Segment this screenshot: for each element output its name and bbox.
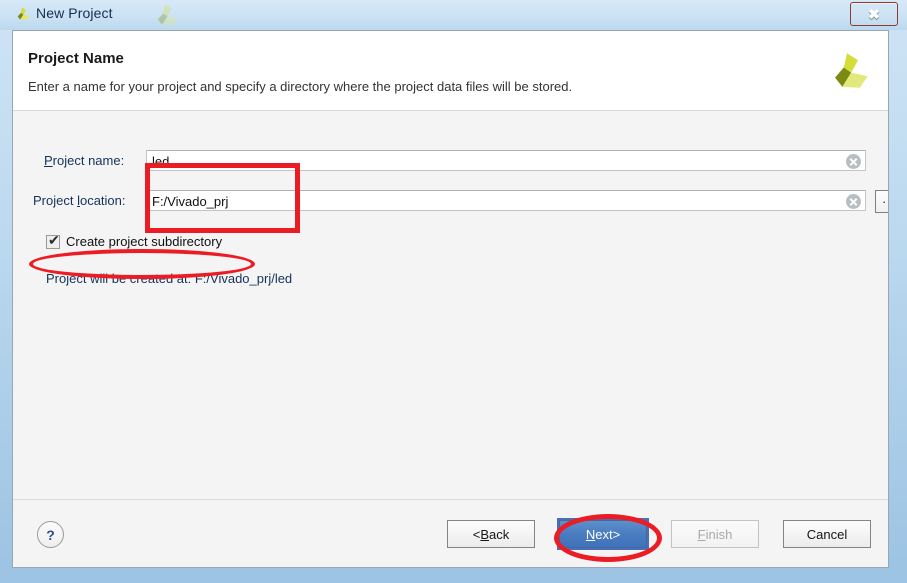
project-name-label: Project name:	[44, 153, 124, 168]
next-button-mnemonic: N	[585, 526, 596, 542]
project-location-label-prefix: Project	[33, 193, 78, 208]
help-button[interactable]: ?	[37, 521, 64, 548]
finish-button-mnemonic: F	[697, 526, 706, 542]
clear-x-icon[interactable]	[846, 194, 861, 209]
project-name-label-mnemonic: P	[44, 153, 53, 168]
checkbox-label: Create project subdirectory	[66, 234, 223, 249]
project-name-input[interactable]: led	[146, 150, 866, 171]
project-location-label: Project location:	[33, 193, 126, 208]
close-button[interactable]: ✖	[850, 2, 898, 26]
next-button-rest: ext	[595, 526, 613, 542]
dialog-footer: ? < Back Next > Finish Cancel	[13, 500, 888, 567]
project-location-label-rest: ocation:	[79, 193, 126, 208]
back-button[interactable]: < Back	[447, 520, 535, 548]
next-button[interactable]: Next >	[559, 520, 647, 548]
create-project-subdirectory-checkbox[interactable]: ✔ Create project subdirectory	[46, 231, 223, 249]
project-name-label-rest: roject name:	[52, 153, 125, 168]
close-icon: ✖	[868, 6, 880, 22]
vivado-logo-icon	[835, 53, 868, 88]
checkmark-icon: ✔	[48, 231, 60, 248]
checkbox-box[interactable]: ✔	[46, 231, 60, 249]
back-button-prefix: <	[472, 526, 481, 542]
project-created-at-text: Project will be created at: F:/Vivado_pr…	[46, 271, 293, 286]
project-location-value: F:/Vivado_prj	[152, 194, 229, 209]
finish-button[interactable]: Finish	[671, 520, 759, 548]
back-button-mnemonic: B	[480, 526, 490, 542]
new-project-dialog-window: New Project ✖ Project Name Enter a name …	[0, 0, 907, 583]
back-button-rest: ack	[489, 526, 510, 542]
finish-button-rest: inish	[705, 526, 733, 542]
vivado-logo-watermark-icon	[157, 4, 178, 26]
browse-button[interactable]: ···	[875, 190, 888, 213]
clear-x-icon[interactable]	[846, 154, 861, 169]
dialog-body: Project name: led Project location: F:/V…	[13, 111, 888, 500]
window-title: New Project	[36, 5, 113, 21]
page-title: Project Name	[28, 50, 124, 67]
project-location-input[interactable]: F:/Vivado_prj	[146, 190, 866, 211]
dialog-panel: Project Name Enter a name for your proje…	[12, 30, 889, 568]
project-name-value: led	[152, 154, 170, 169]
vivado-logo-icon	[17, 7, 30, 21]
cancel-button[interactable]: Cancel	[783, 520, 871, 548]
dialog-header: Project Name Enter a name for your proje…	[13, 31, 888, 111]
question-mark-icon: ?	[46, 526, 55, 543]
page-subtitle: Enter a name for your project and specif…	[28, 79, 573, 94]
next-button-suffix: >	[612, 526, 621, 542]
window-titlebar: New Project ✖	[0, 0, 907, 30]
